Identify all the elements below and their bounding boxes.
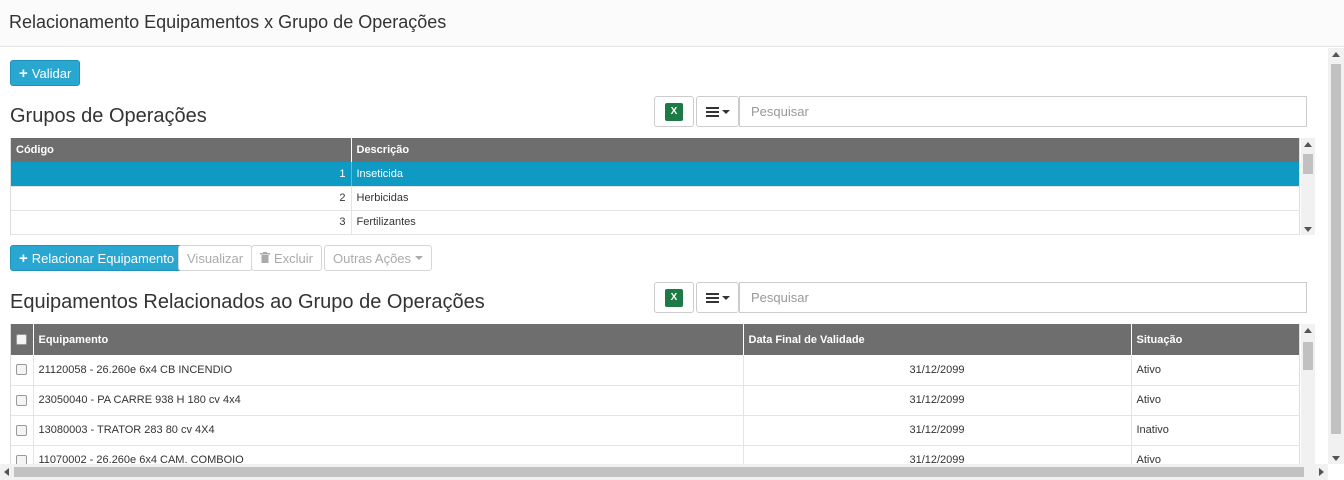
table-row[interactable]: 21120058 - 26.260e 6x4 CB INCENDIO 31/12… <box>11 355 1299 386</box>
excel-icon: X <box>665 288 683 307</box>
scroll-down-icon[interactable] <box>1304 227 1312 232</box>
caret-down-icon <box>415 256 424 260</box>
cell-equipamento: 23050040 - PA CARRE 938 H 180 cv 4x4 <box>33 385 744 416</box>
plus-icon: + <box>19 249 28 267</box>
main-content: + Validar Grupos de Operações X Código D… <box>0 48 1328 464</box>
menu-icon <box>705 291 730 305</box>
outras-acoes-dropdown[interactable]: Outras Ações <box>324 245 433 271</box>
scroll-right-icon[interactable] <box>1319 468 1324 476</box>
table-row[interactable]: 1 Inseticida <box>11 162 1299 187</box>
cell-situacao: Ativo <box>1131 355 1299 386</box>
column-header-codigo[interactable]: Código <box>11 138 352 162</box>
scroll-down-icon[interactable] <box>1332 456 1340 461</box>
row-checkbox-cell[interactable] <box>11 385 34 416</box>
cell-equipamento: 21120058 - 26.260e 6x4 CB INCENDIO <box>33 355 744 386</box>
row-checkbox-cell[interactable] <box>11 445 34 464</box>
menu-icon <box>705 105 730 119</box>
excluir-label: Excluir <box>274 250 314 266</box>
grupos-search-input[interactable] <box>739 96 1307 127</box>
table-row[interactable]: 11070002 - 26.260e 6x4 CAM. COMBOIO 31/1… <box>11 445 1299 464</box>
equipamentos-table-scrollbar[interactable] <box>1301 324 1315 464</box>
plus-icon: + <box>19 64 28 82</box>
visualizar-label: Visualizar <box>187 250 244 266</box>
cell-data-final: 31/12/2099 <box>743 385 1132 416</box>
page-horizontal-scrollbar[interactable] <box>0 464 1328 480</box>
cell-equipamento: 13080003 - TRATOR 283 80 cv 4X4 <box>33 415 744 446</box>
row-checkbox-cell[interactable] <box>11 355 34 386</box>
cell-codigo: 2 <box>11 186 352 211</box>
scroll-up-icon[interactable] <box>1304 328 1312 333</box>
excluir-button[interactable]: Excluir <box>251 245 323 271</box>
page-header: Relacionamento Equipamentos x Grupo de O… <box>0 0 1344 47</box>
row-checkbox[interactable] <box>16 364 27 376</box>
visualizar-button[interactable]: Visualizar <box>178 245 253 271</box>
equipamentos-excel-export-button[interactable]: X <box>654 282 694 313</box>
page-vertical-scrollbar[interactable] <box>1328 48 1344 464</box>
cell-codigo: 3 <box>11 210 352 235</box>
relacionar-equipamento-button[interactable]: + Relacionar Equipamento <box>10 245 184 271</box>
scroll-left-icon[interactable] <box>4 468 9 476</box>
page-title: Relacionamento Equipamentos x Grupo de O… <box>9 12 447 32</box>
scroll-up-icon[interactable] <box>1304 142 1312 147</box>
row-checkbox[interactable] <box>16 424 27 436</box>
column-header-equipamento[interactable]: Equipamento <box>33 324 744 355</box>
grupos-table-scrollbar[interactable] <box>1301 138 1315 235</box>
cell-data-final: 31/12/2099 <box>743 355 1132 386</box>
cell-situacao: Inativo <box>1131 415 1299 446</box>
equipamentos-title: Equipamentos Relacionados ao Grupo de Op… <box>10 291 485 313</box>
row-checkbox-cell[interactable] <box>11 415 34 446</box>
trash-icon <box>260 251 270 266</box>
scroll-up-icon[interactable] <box>1332 52 1340 57</box>
cell-codigo: 1 <box>11 162 352 187</box>
row-checkbox[interactable] <box>16 394 27 406</box>
cell-descricao: Inseticida <box>351 162 1299 187</box>
cell-situacao: Ativo <box>1131 385 1299 416</box>
equipamentos-table: Equipamento Data Final de Validade Situa… <box>10 324 1300 464</box>
table-row[interactable]: 23050040 - PA CARRE 938 H 180 cv 4x4 31/… <box>11 385 1299 416</box>
cell-situacao: Ativo <box>1131 445 1299 464</box>
horizontal-scroll-thumb[interactable] <box>14 467 1304 477</box>
column-header-situacao[interactable]: Situação <box>1131 324 1299 355</box>
table-row[interactable]: 3 Fertilizantes <box>11 210 1299 235</box>
grupos-table: Código Descrição 1 Inseticida 2 Herbicid… <box>10 138 1300 235</box>
page-scroll-thumb[interactable] <box>1331 64 1341 434</box>
row-checkbox[interactable] <box>16 454 27 464</box>
table-row[interactable]: 2 Herbicidas <box>11 186 1299 211</box>
column-header-descricao[interactable]: Descrição <box>351 138 1299 162</box>
table-row[interactable]: 13080003 - TRATOR 283 80 cv 4X4 31/12/20… <box>11 415 1299 446</box>
column-header-data-final[interactable]: Data Final de Validade <box>743 324 1132 355</box>
relacionar-label: Relacionar Equipamento <box>31 250 175 266</box>
cell-descricao: Herbicidas <box>351 186 1299 211</box>
cell-equipamento: 11070002 - 26.260e 6x4 CAM. COMBOIO <box>33 445 744 464</box>
cell-data-final: 31/12/2099 <box>743 445 1132 464</box>
scroll-thumb[interactable] <box>1303 342 1313 370</box>
scroll-thumb[interactable] <box>1303 154 1313 174</box>
select-all-checkbox-cell[interactable] <box>11 324 34 355</box>
cell-data-final: 31/12/2099 <box>743 415 1132 446</box>
grupos-excel-export-button[interactable]: X <box>654 96 694 127</box>
cell-descricao: Fertilizantes <box>351 210 1299 235</box>
equipamentos-columns-menu-button[interactable] <box>696 282 739 313</box>
excel-icon: X <box>665 102 683 121</box>
outras-acoes-label: Outras Ações <box>333 250 412 266</box>
validar-label: Validar <box>31 65 72 81</box>
validar-button[interactable]: + Validar <box>10 60 81 86</box>
grupos-title: Grupos de Operações <box>10 105 207 127</box>
select-all-checkbox[interactable] <box>16 334 27 346</box>
grupos-columns-menu-button[interactable] <box>696 96 739 127</box>
equipamentos-search-input[interactable] <box>739 282 1307 313</box>
